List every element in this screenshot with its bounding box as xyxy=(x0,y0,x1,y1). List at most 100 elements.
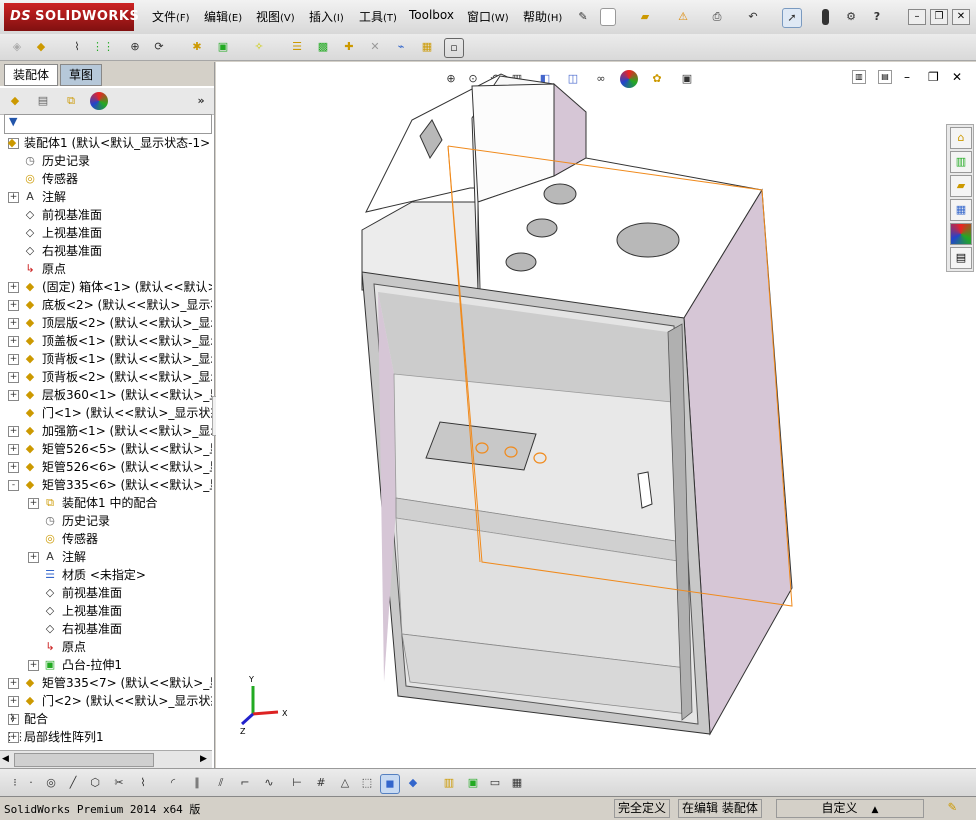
top-hole-small-1[interactable] xyxy=(543,183,577,205)
scrollbar-thumb[interactable] xyxy=(14,753,154,767)
expand-plus-icon[interactable]: + xyxy=(8,444,19,455)
snapshot-icon[interactable]: ▫ xyxy=(444,38,464,58)
fix-relation-icon[interactable]: ▣ xyxy=(464,774,482,792)
new-part-icon[interactable]: ◆ xyxy=(32,38,50,56)
design-library-icon[interactable]: ▥ xyxy=(950,151,972,173)
trim-icon[interactable]: ✂ xyxy=(110,774,128,792)
expand-panel-chevron-icon[interactable]: » xyxy=(192,92,210,110)
corner-rectangle-icon[interactable]: ⌐ xyxy=(236,774,254,792)
bill-of-materials-icon[interactable]: ☰ xyxy=(288,38,306,56)
property-manager-icon[interactable]: ▤ xyxy=(34,92,52,110)
window-cascade-icon[interactable]: ▦ xyxy=(508,774,526,792)
move-component-icon[interactable]: ⊕ xyxy=(126,38,144,56)
linear-pattern-icon[interactable]: ⋮⋮ xyxy=(92,38,114,56)
expand-plus-icon[interactable]: + xyxy=(28,498,39,509)
menu-file[interactable]: 文件(F) xyxy=(152,8,190,25)
custom-properties-icon[interactable]: ▤ xyxy=(950,247,972,269)
select-pointer-icon[interactable]: ➚ xyxy=(782,8,802,28)
mirror-entities-icon[interactable]: ⫽ xyxy=(212,774,230,792)
3d-box-icon[interactable]: ⬚ xyxy=(358,774,376,792)
expand-plus-icon[interactable]: + xyxy=(8,300,19,311)
spline-icon[interactable]: ∿ xyxy=(260,774,278,792)
window-tile-icon[interactable]: ▭ xyxy=(486,774,504,792)
print-icon[interactable]: ⎙ xyxy=(708,8,726,26)
expand-plus-icon[interactable]: + xyxy=(8,462,19,473)
expand-plus-icon[interactable]: + xyxy=(8,390,19,401)
undo-icon[interactable]: ↶ xyxy=(744,8,762,26)
menu-edit[interactable]: 编辑(E) xyxy=(204,8,242,25)
point-icon[interactable]: · xyxy=(22,774,40,792)
line-icon[interactable]: ╱ xyxy=(64,774,82,792)
smart-fasteners-icon[interactable]: ✱ xyxy=(188,38,206,56)
options-icon[interactable]: ⚙ xyxy=(842,8,860,26)
solidworks-logo[interactable]: DS SOLIDWORKS xyxy=(4,3,139,31)
rotate-component-icon[interactable]: ⟳ xyxy=(150,38,168,56)
graphics-viewport[interactable]: ⊕ ⊙ ↶ ▥ ◧ ◫ ∞ ✿ ▣ ▥ ▤ – ❐ ✕ xyxy=(216,62,976,768)
minimize-button[interactable]: – xyxy=(908,9,926,25)
open-folder-icon[interactable]: ▰ xyxy=(636,8,654,26)
menu-tools[interactable]: 工具(T) xyxy=(359,8,397,25)
close-button[interactable]: ✕ xyxy=(952,9,970,25)
expand-plus-icon[interactable]: + xyxy=(8,318,19,329)
new-motion-study-icon[interactable]: ⌁ xyxy=(392,38,410,56)
feature-manager-tree-icon[interactable]: ◆ xyxy=(6,92,24,110)
expand-plus-icon[interactable]: + xyxy=(8,372,19,383)
smart-dimension-icon[interactable]: ⊢ xyxy=(288,774,306,792)
solidworks-resources-icon[interactable]: ⌂ xyxy=(950,127,972,149)
tab-assembly[interactable]: 装配体 xyxy=(4,64,59,86)
expand-plus-icon[interactable]: + xyxy=(8,282,19,293)
expand-plus-icon[interactable]: + xyxy=(8,354,19,365)
expand-plus-icon[interactable]: + xyxy=(8,696,19,707)
triangle-icon[interactable]: △ xyxy=(336,774,354,792)
tree-horizontal-scrollbar[interactable]: ◀ ▶ xyxy=(0,750,212,768)
new-document-icon[interactable] xyxy=(600,8,616,26)
menu-toolbox[interactable]: Toolbox xyxy=(409,8,454,22)
expand-plus-icon[interactable]: + xyxy=(28,552,39,563)
status-units[interactable]: 自定义 ▲ xyxy=(776,799,924,818)
appearances-scenes-icon[interactable] xyxy=(950,223,972,245)
insert-components-icon[interactable]: ◈ xyxy=(8,38,26,56)
shaded-view-icon[interactable]: ◼ xyxy=(380,774,400,794)
display-dropdown-icon[interactable]: ◆ xyxy=(404,774,422,792)
grid-icon[interactable]: # xyxy=(312,774,330,792)
assembly-features-icon[interactable]: ✚ xyxy=(340,38,358,56)
explode-view-icon[interactable]: ✧ xyxy=(250,38,268,56)
menu-window[interactable]: 窗口(W) xyxy=(467,8,509,25)
top-hole-small-2[interactable] xyxy=(526,218,558,238)
parallel-icon[interactable]: ▥ xyxy=(440,774,458,792)
offset-entities-icon[interactable]: ∥ xyxy=(188,774,206,792)
menu-insert[interactable]: 插入(I) xyxy=(309,8,344,25)
tab-sketch[interactable]: 草图 xyxy=(60,64,103,86)
expand-plus-icon[interactable]: + xyxy=(8,678,19,689)
collapse-minus-icon[interactable]: - xyxy=(8,480,19,491)
expand-plus-icon[interactable]: + xyxy=(8,426,19,437)
top-hole-small-3[interactable] xyxy=(505,252,537,272)
interference-check-icon[interactable]: ▩ xyxy=(314,38,332,56)
rebuild-warning-icon[interactable]: ⚠ xyxy=(674,8,692,26)
instant3d-icon[interactable]: ▦ xyxy=(418,38,436,56)
tree-filter-input[interactable]: ▼ xyxy=(4,114,212,134)
scroll-right-arrow-icon[interactable]: ▶ xyxy=(200,754,207,764)
configuration-manager-icon[interactable]: ⧉ xyxy=(62,92,80,110)
restore-button[interactable]: ❐ xyxy=(930,9,948,25)
expand-plus-icon[interactable]: + xyxy=(28,660,39,671)
display-manager-icon[interactable] xyxy=(90,92,108,110)
menu-help[interactable]: 帮助(H) xyxy=(523,8,562,25)
mate-paperclip-icon[interactable]: ⌇ xyxy=(68,38,86,56)
sketch-fillet-icon[interactable]: ◜ xyxy=(164,774,182,792)
circle-icon[interactable]: ◎ xyxy=(42,774,60,792)
expand-plus-icon[interactable]: + xyxy=(8,192,19,203)
view-palette-icon[interactable]: ▦ xyxy=(950,199,972,221)
status-help-icon[interactable]: ✎ xyxy=(948,799,956,815)
show-hidden-icon[interactable]: ▣ xyxy=(214,38,232,56)
traffic-light-icon[interactable] xyxy=(822,9,829,25)
construction-line-icon[interactable]: ⌇ xyxy=(134,774,152,792)
reference-geometry-icon[interactable]: ✕ xyxy=(366,38,384,56)
file-explorer-icon[interactable]: ▰ xyxy=(950,175,972,197)
top-hole-large[interactable] xyxy=(616,222,680,258)
expand-plus-icon[interactable]: + xyxy=(8,336,19,347)
polygon-icon[interactable]: ⬡ xyxy=(86,774,104,792)
menu-view[interactable]: 视图(V) xyxy=(256,8,295,25)
cabinet-3d-model[interactable]: Y X Z xyxy=(216,62,976,768)
help-question-icon[interactable]: ? xyxy=(868,8,886,26)
